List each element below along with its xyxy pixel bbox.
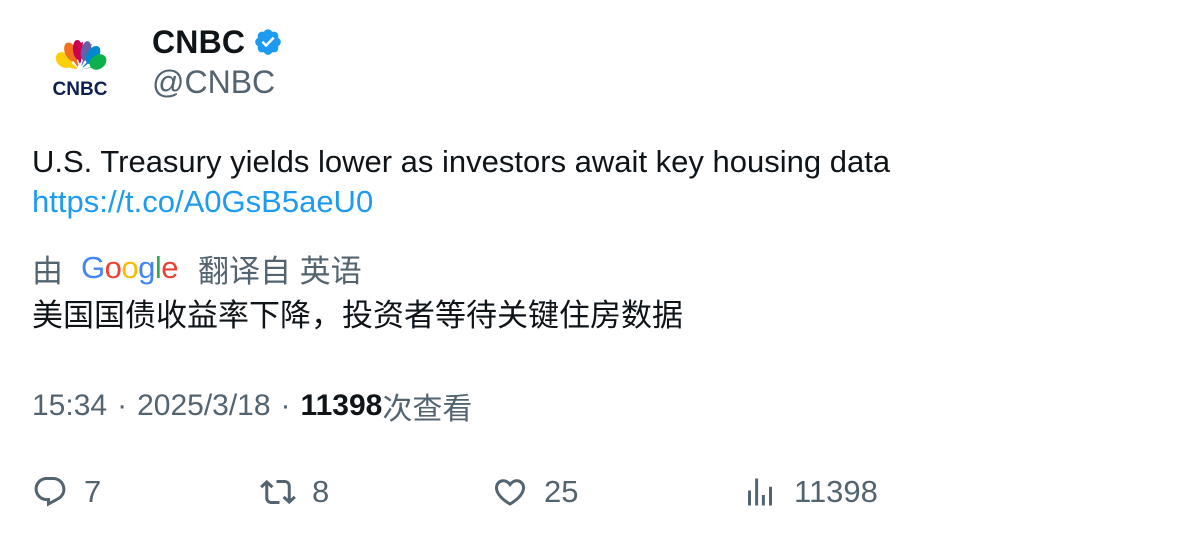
tweet-time[interactable]: 15:34 (32, 389, 107, 423)
views-label: 次查看 (382, 393, 473, 426)
tweet-actions: 7 8 25 11398 (32, 470, 1132, 514)
like-button[interactable]: 25 (492, 470, 578, 514)
views-count: 11398 (300, 389, 383, 422)
display-name[interactable]: CNBC (152, 24, 245, 61)
like-count: 25 (544, 474, 579, 509)
tweet-link[interactable]: https://t.co/A0GsB5aeU0 (32, 182, 1162, 222)
tweet-body: U.S. Treasury yields lower as investors … (32, 144, 891, 179)
translated-text: 美国国债收益率下降，投资者等待关键住房数据 (32, 298, 683, 333)
tweet-header: CNBC CNBC @CNBC (32, 24, 732, 124)
views-action-count: 11398 (794, 474, 878, 509)
translation-attribution[interactable]: 由 Google 翻译自 英语 (32, 248, 362, 289)
meta-separator: · (117, 389, 128, 422)
tweet-meta: 15:34 · 2025/3/18 · 11398 次查看 (32, 386, 472, 426)
avatar[interactable]: CNBC (32, 24, 128, 120)
reply-button[interactable]: 7 (32, 470, 101, 514)
translated-from-label: 翻译自 英语 (198, 253, 362, 289)
retweet-count: 8 (312, 474, 330, 509)
tweet-date[interactable]: 2025/3/18 (137, 389, 270, 423)
user-handle[interactable]: @CNBC (152, 64, 275, 101)
reply-icon (34, 477, 66, 507)
translated-by-label: 由 (32, 253, 63, 289)
google-logo: Google (81, 250, 179, 285)
user-name-row: CNBC (152, 24, 283, 60)
tweet-text: U.S. Treasury yields lower as investors … (32, 142, 1162, 222)
retweet-button[interactable]: 8 (260, 470, 329, 514)
avatar-logo-text: CNBC (53, 79, 108, 100)
retweet-icon (260, 479, 296, 505)
heart-icon (494, 479, 526, 506)
bar-chart-icon (748, 478, 772, 506)
views-button[interactable]: 11398 (742, 470, 878, 514)
verified-badge-icon[interactable] (253, 27, 283, 57)
cnbc-peacock-logo: CNBC (53, 40, 108, 100)
reply-count: 7 (84, 474, 102, 509)
meta-separator: · (280, 389, 291, 422)
